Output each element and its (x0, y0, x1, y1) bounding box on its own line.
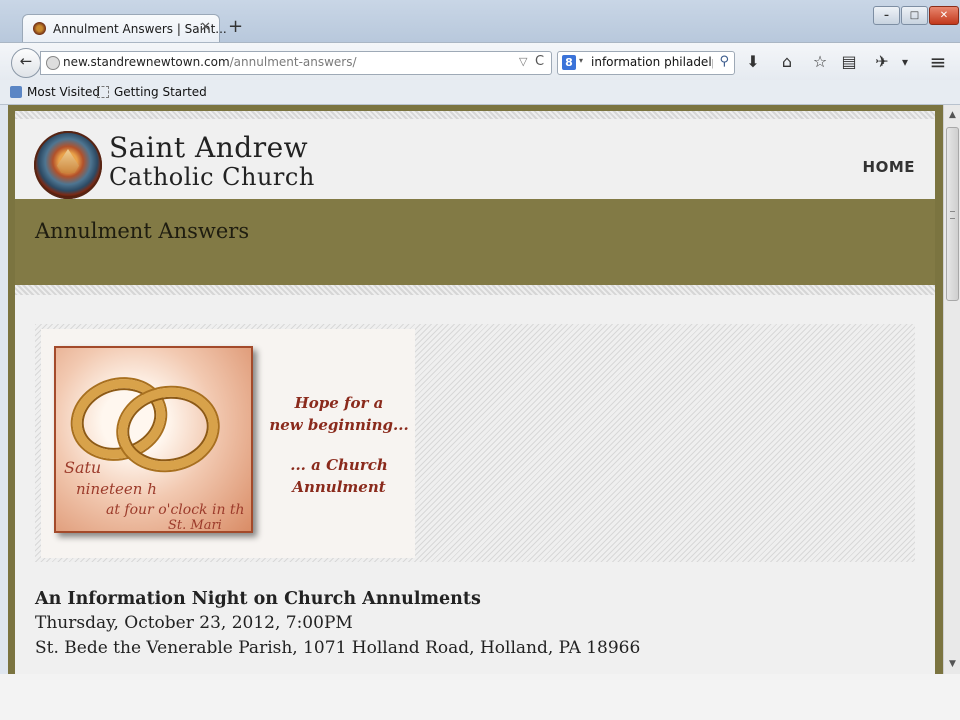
addon-dropdown-icon[interactable]: ▾ (894, 53, 916, 71)
photo-script-text: Satu (64, 458, 102, 477)
page-viewport: Saint Andrew Catholic Church HOME Annulm… (8, 105, 943, 674)
tagline-line: Hope for a (294, 394, 384, 412)
menu-icon[interactable]: ≡ (927, 52, 949, 72)
site-name-line2: Catholic Church (109, 163, 315, 191)
history-dropdown-icon[interactable]: ▽ (519, 55, 527, 68)
site-name-line1: Saint Andrew (109, 131, 309, 164)
photo-script-text: nineteen h (76, 480, 157, 498)
search-icon[interactable]: ⚲ (719, 54, 729, 69)
bookmarks-toolbar: Most Visited Getting Started (0, 80, 960, 105)
url-text[interactable]: new.standrewnewtown.com/annulment-answer… (63, 55, 357, 69)
search-engine-dropdown-icon[interactable]: ▾ (579, 56, 583, 65)
scroll-up-arrow-icon[interactable]: ▲ (944, 107, 960, 123)
web-page: Saint Andrew Catholic Church HOME Annulm… (15, 111, 935, 674)
page-title: Annulment Answers (35, 219, 250, 243)
bookmark-most-visited[interactable]: Most Visited (10, 85, 100, 99)
home-icon[interactable]: ⌂ (776, 53, 798, 71)
bookmark-getting-started[interactable]: Getting Started (97, 85, 207, 99)
url-path: /annulment-answers/ (229, 55, 357, 69)
globe-icon (46, 56, 60, 70)
church-logo-icon[interactable] (34, 131, 102, 199)
addon-icon[interactable]: ✈ (871, 53, 893, 71)
flyer-tagline: Hope for a new beginning... ... a Church… (269, 392, 409, 498)
getting-started-icon (97, 86, 109, 98)
vertical-scrollbar[interactable]: ▲ ▼ (943, 105, 960, 674)
address-bar[interactable]: new.standrewnewtown.com/annulment-answer… (40, 51, 552, 75)
minimize-button[interactable]: – (873, 6, 900, 25)
wedding-rings-photo: Satu nineteen h at four o'clock in th St… (54, 346, 253, 533)
navigation-toolbar: ← new.standrewnewtown.com/annulment-answ… (0, 42, 960, 81)
maximize-button[interactable]: □ (901, 6, 928, 25)
new-tab-button[interactable]: + (228, 17, 243, 37)
mid-stripe-divider (15, 285, 935, 295)
tagline-line: new beginning... (269, 416, 409, 434)
scrollbar-thumb[interactable] (946, 127, 959, 301)
tab-annulment-answers[interactable]: Annulment Answers | Saint... ✕ (22, 14, 227, 44)
annulment-flyer-image: Satu nineteen h at four o'clock in th St… (41, 329, 415, 558)
search-bar[interactable]: 8 ▾ information philadelphia ⚲ (557, 51, 735, 75)
nav-home-link[interactable]: HOME (863, 158, 915, 176)
top-stripe-divider (15, 111, 935, 119)
tagline-line: Annulment (292, 478, 386, 496)
site-header: Saint Andrew Catholic Church HOME (15, 119, 935, 199)
scrollbar-grip-icon (950, 211, 955, 219)
event-date: Thursday, October 23, 2012, 7:00PM (35, 613, 353, 633)
back-button[interactable]: ← (11, 48, 41, 78)
close-window-button[interactable]: ✕ (929, 6, 959, 25)
bookmark-star-icon[interactable]: ☆ (809, 53, 831, 71)
bookmark-label: Getting Started (114, 85, 207, 99)
photo-script-text: at four o'clock in th (106, 502, 245, 518)
search-input[interactable]: information philadelphia (591, 55, 713, 69)
site-name[interactable]: Saint Andrew Catholic Church (109, 131, 315, 192)
download-icon[interactable]: ⬇ (742, 53, 764, 71)
scroll-down-arrow-icon[interactable]: ▼ (944, 656, 960, 672)
tagline-line: ... a Church (290, 456, 388, 474)
site-favicon-icon (33, 22, 46, 35)
tab-close-icon[interactable]: ✕ (200, 20, 211, 35)
url-domain: new.standrewnewtown.com (63, 55, 230, 69)
back-arrow-icon: ← (19, 52, 33, 70)
tab-strip: Annulment Answers | Saint... ✕ + – □ ✕ (0, 0, 960, 44)
bookmark-label: Most Visited (27, 85, 101, 99)
close-icon: ✕ (939, 10, 949, 21)
google-search-engine-icon[interactable]: 8 (562, 55, 576, 70)
most-visited-icon (10, 86, 22, 98)
event-heading: An Information Night on Church Annulment… (35, 589, 481, 609)
feature-image-area: Satu nineteen h at four o'clock in th St… (35, 324, 915, 562)
reload-icon[interactable]: C (535, 54, 544, 69)
reading-list-icon[interactable]: ▤ (838, 53, 860, 71)
maximize-icon: □ (909, 10, 920, 21)
browser-window: Annulment Answers | Saint... ✕ + – □ ✕ ←… (0, 0, 960, 674)
minimize-icon: – (884, 10, 889, 21)
photo-script-text: St. Mari (168, 518, 222, 533)
event-location: St. Bede the Venerable Parish, 1071 Holl… (35, 638, 641, 658)
event-details: An Information Night on Church Annulment… (35, 587, 640, 661)
page-title-banner: Annulment Answers (15, 199, 935, 285)
